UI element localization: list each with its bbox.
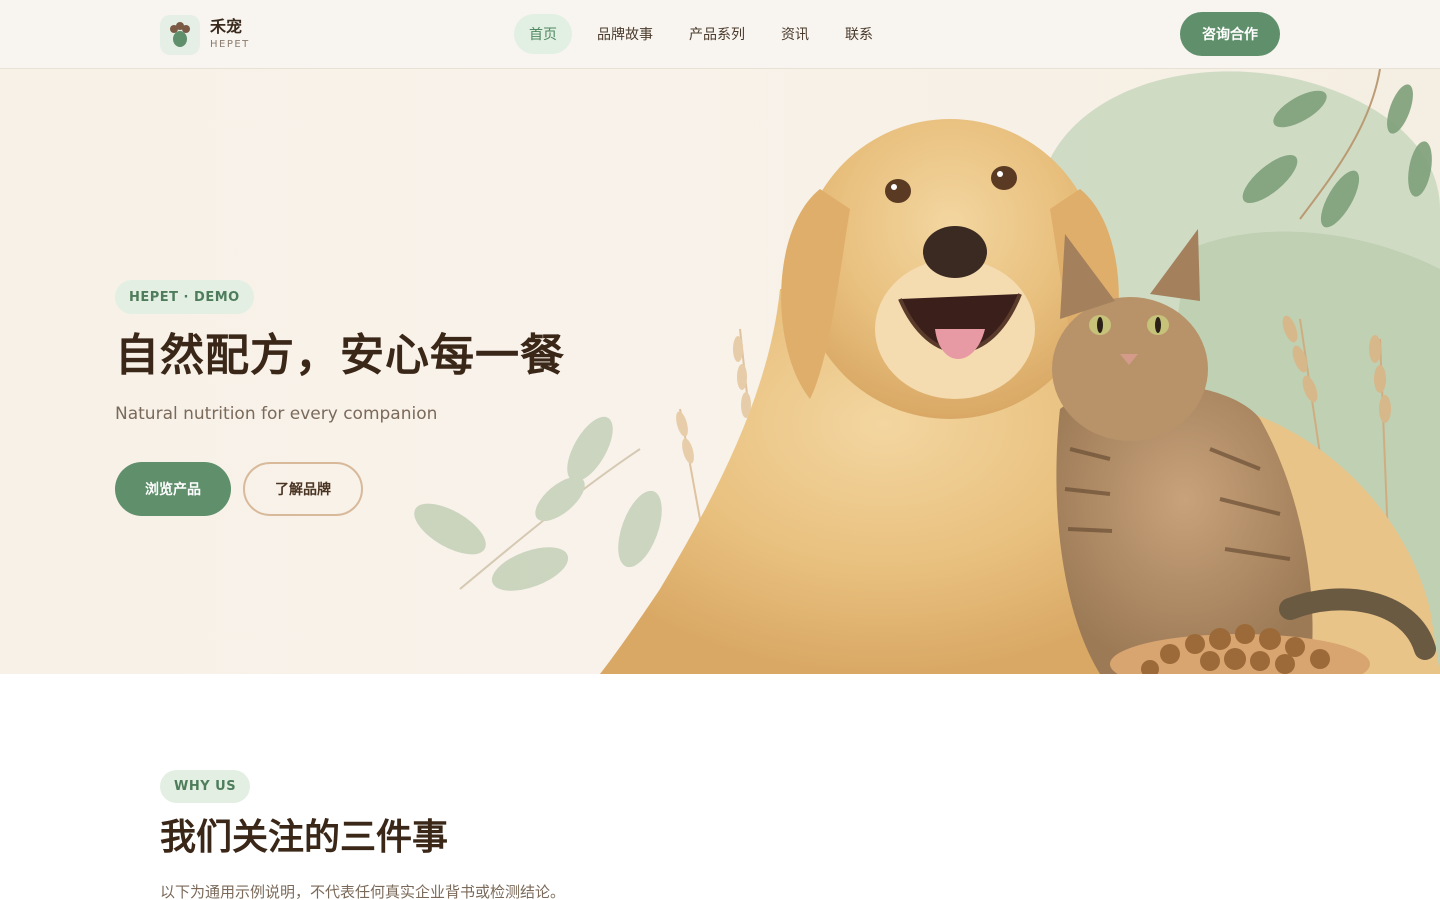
hero-content: HEPET · DEMO 自然配方，安心每一餐 Natural nutritio… — [115, 280, 635, 516]
consult-button[interactable]: 咨询合作 — [1180, 12, 1280, 56]
learn-brand-button[interactable]: 了解品牌 — [243, 462, 363, 516]
brand-name: 禾宠 — [210, 17, 243, 36]
hero-badge: HEPET · DEMO — [115, 280, 254, 314]
nav-item-products[interactable]: 产品系列 — [674, 14, 760, 54]
browse-products-button[interactable]: 浏览产品 — [115, 462, 231, 516]
site-header: 禾宠 HEPET 首页 品牌故事 产品系列 资讯 联系 咨询合作 — [0, 0, 1440, 69]
brand-sub: HEPET — [210, 39, 250, 50]
nav-item-brand-story[interactable]: 品牌故事 — [582, 14, 668, 54]
why-us-section: WHY US 我们关注的三件事 以下为通用示例说明，不代表任何真实企业背书或检测… — [160, 770, 1280, 900]
nav-item-contact[interactable]: 联系 — [830, 14, 888, 54]
hero-title: 自然配方，安心每一餐 — [115, 330, 565, 381]
brand-logo[interactable]: 禾宠 HEPET — [160, 14, 250, 56]
why-us-title: 我们关注的三件事 — [160, 817, 449, 858]
paw-logo-icon — [160, 15, 200, 55]
why-us-badge: WHY US — [160, 770, 251, 803]
nav-item-news[interactable]: 资讯 — [766, 14, 824, 54]
why-us-description: 以下为通用示例说明，不代表任何真实企业背书或检测结论。 — [160, 883, 566, 900]
hero-subtitle: Natural nutrition for every companion — [115, 404, 438, 424]
main-nav: 首页 品牌故事 产品系列 资讯 联系 — [514, 14, 888, 54]
hero-section: HEPET · DEMO 自然配方，安心每一餐 Natural nutritio… — [0, 69, 1440, 674]
nav-item-home[interactable]: 首页 — [514, 14, 572, 54]
hero-actions: 浏览产品 了解品牌 — [115, 462, 635, 516]
